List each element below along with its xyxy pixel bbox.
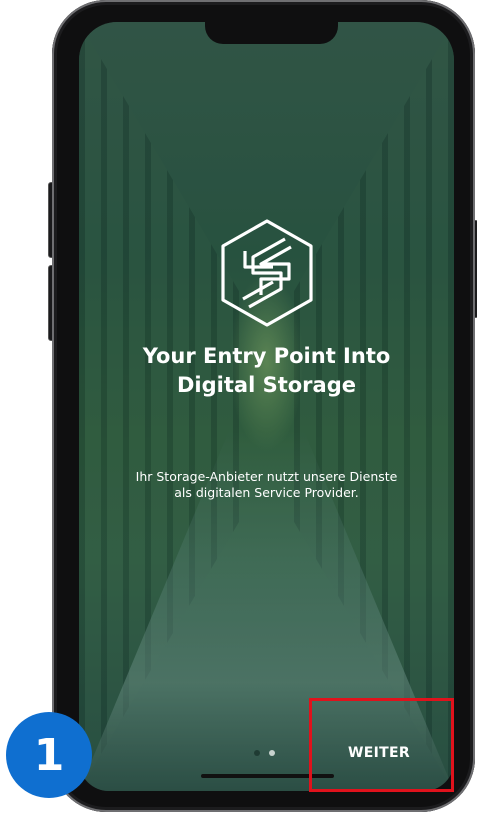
onboarding-screen: Your Entry Point Into Digital Storage Ih… <box>79 22 454 791</box>
pagination-dots <box>254 750 275 756</box>
title-line-1: Your Entry Point Into <box>142 344 391 368</box>
highlight-box <box>309 698 454 792</box>
page-dot-active[interactable] <box>254 750 260 756</box>
description-text: Ihr Storage-Anbieter nutzt unsere Dienst… <box>135 469 398 500</box>
title-line-2: Digital Storage <box>177 373 356 397</box>
page-dot-inactive[interactable] <box>269 750 275 756</box>
phone-notch <box>205 22 338 44</box>
step-number-badge: 1 <box>6 712 92 798</box>
background-overlay <box>79 22 454 791</box>
page-title: Your Entry Point Into Digital Storage <box>79 342 454 400</box>
storage-logo-icon <box>221 219 313 327</box>
